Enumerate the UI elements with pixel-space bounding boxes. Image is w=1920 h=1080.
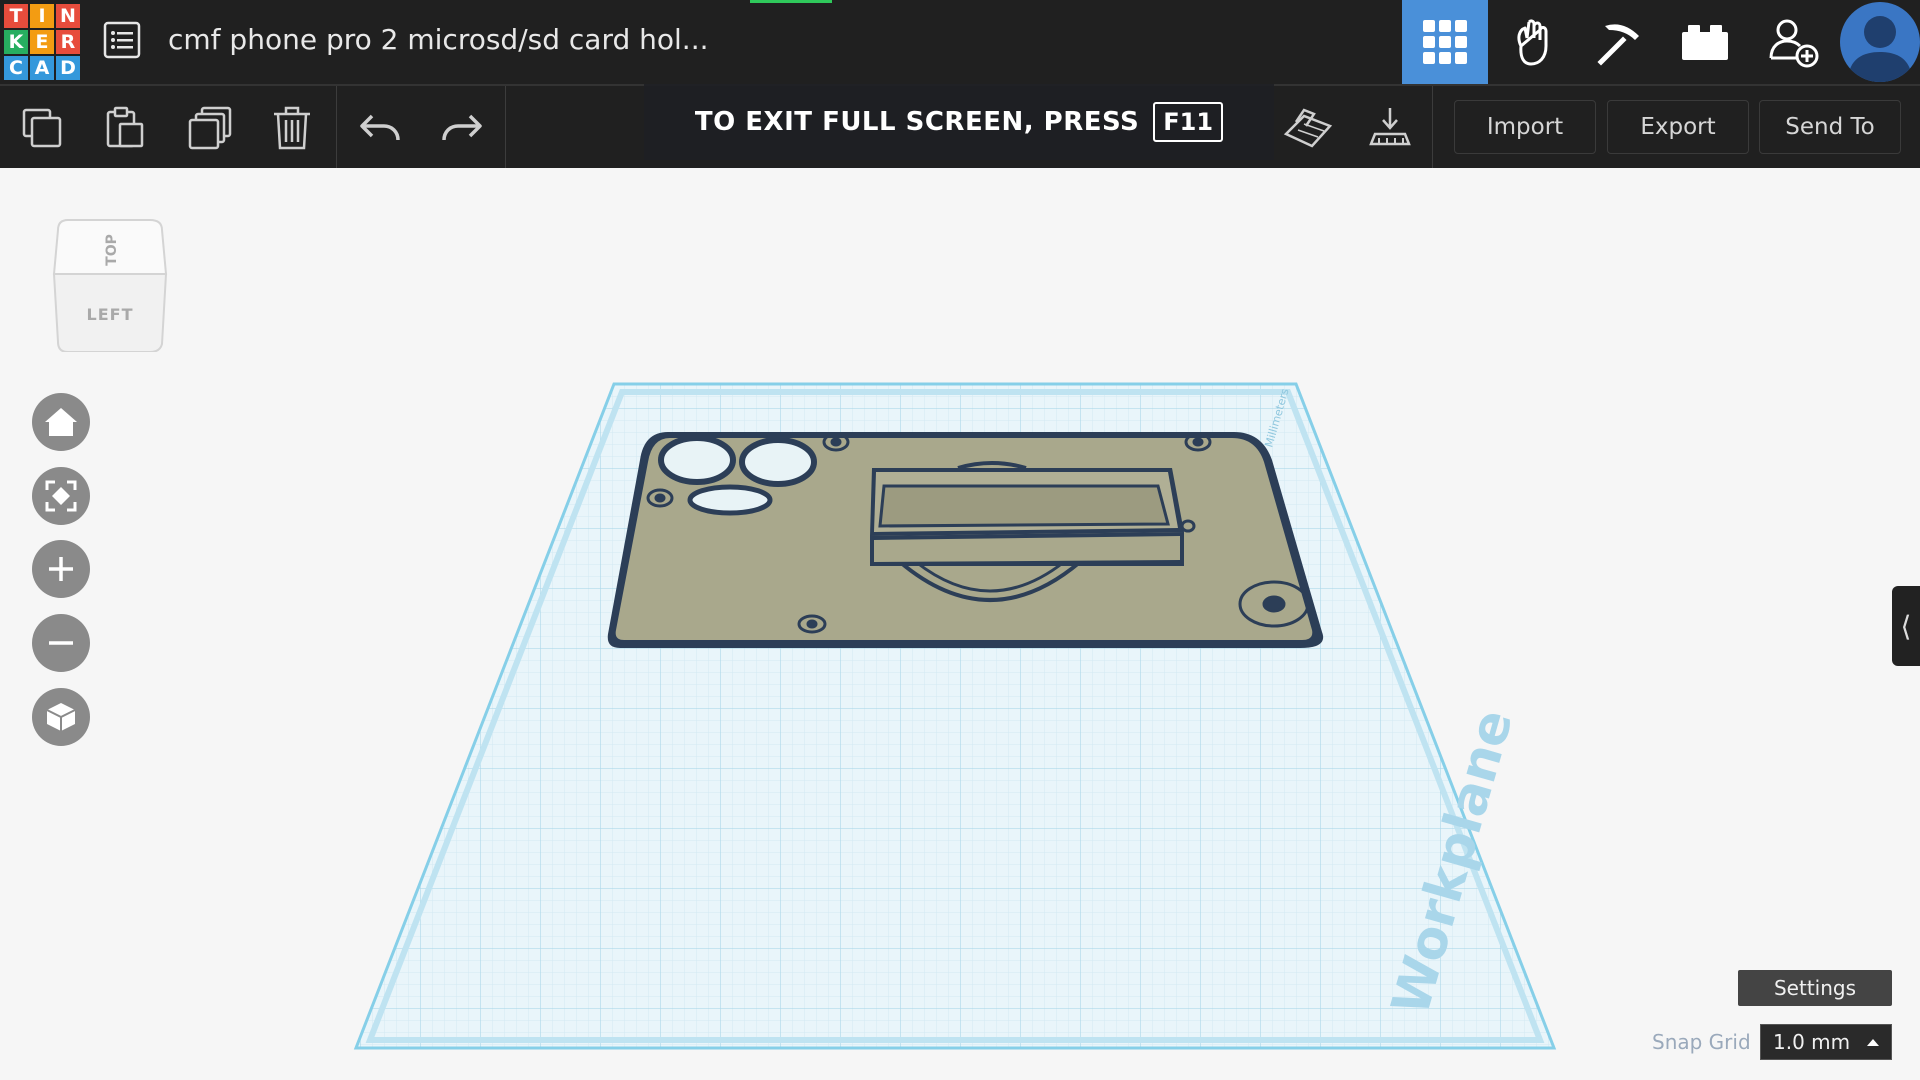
nav-minecraft[interactable] — [1576, 0, 1662, 84]
workplane-icon — [1283, 108, 1333, 148]
add-user-icon — [1769, 19, 1819, 68]
ortho-icon — [46, 703, 76, 731]
tinkercad-logo[interactable]: T I N K E R C A D — [4, 4, 80, 80]
design-title[interactable]: cmf phone pro 2 microsd/sd card hol... — [168, 20, 709, 60]
home-view-button[interactable] — [32, 393, 90, 451]
view-cube-graphic: TOP LEFT — [52, 219, 168, 353]
fullscreen-notice: TO EXIT FULL SCREEN, PRESS F11 — [644, 84, 1274, 160]
scene-canvas[interactable]: Workplane Millimeters — [0, 168, 1920, 1080]
avatar-icon — [1848, 16, 1912, 82]
logo-letter: R — [56, 30, 80, 54]
nav-add-user[interactable] — [1750, 0, 1836, 84]
logo-letter: D — [56, 56, 80, 80]
copy-button[interactable] — [12, 98, 72, 158]
send-to-button[interactable]: Send To — [1759, 100, 1901, 154]
redo-button[interactable] — [432, 98, 492, 158]
workplane-button[interactable] — [1278, 98, 1338, 158]
logo-letter: K — [4, 30, 28, 54]
fit-icon — [45, 480, 77, 512]
snap-grid-select[interactable]: 1.0 mm — [1760, 1024, 1892, 1060]
import-button[interactable]: Import — [1454, 100, 1596, 154]
toolbar-divider — [336, 86, 337, 170]
undo-icon — [360, 114, 400, 141]
user-avatar[interactable] — [1840, 2, 1920, 82]
trash-icon — [274, 106, 310, 150]
3d-viewport[interactable]: Workplane Millimeters TOP LEFT ⟨ Setting… — [0, 168, 1920, 1080]
nav-lego[interactable] — [1662, 0, 1748, 84]
fullscreen-key-badge: F11 — [1153, 102, 1224, 142]
logo-letter: I — [30, 4, 54, 28]
chevron-left-icon: ⟨ — [1900, 609, 1912, 643]
duplicate-icon — [188, 106, 232, 150]
brick-icon — [1682, 25, 1728, 60]
grid-icon — [1423, 20, 1467, 64]
toolbar-divider — [1432, 86, 1433, 170]
logo-letter: E — [30, 30, 54, 54]
pickaxe-icon — [1597, 24, 1639, 66]
home-icon — [45, 408, 77, 436]
logo-letter: A — [30, 56, 54, 80]
logo-letter: T — [4, 4, 28, 28]
settings-button[interactable]: Settings — [1738, 970, 1892, 1006]
paste-icon — [106, 106, 144, 148]
loading-indicator — [750, 0, 832, 3]
snap-grid-value: 1.0 mm — [1773, 1030, 1851, 1054]
nav-3d-design[interactable] — [1402, 0, 1488, 84]
list-icon — [103, 21, 141, 59]
top-bar: T I N K E R C A D cmf phone pro 2 micros… — [0, 0, 1920, 84]
fullscreen-notice-text: TO EXIT FULL SCREEN, PRESS — [694, 107, 1140, 137]
ruler-button[interactable] — [1360, 98, 1420, 158]
nav-circuits[interactable] — [1490, 0, 1576, 84]
zoom-out-icon — [49, 641, 73, 645]
ruler-icon — [1369, 108, 1411, 146]
design-menu-button[interactable] — [102, 20, 142, 60]
logo-letter: C — [4, 56, 28, 80]
zoom-in-button[interactable] — [32, 540, 90, 598]
phone-card-holder-model[interactable] — [607, 432, 1324, 648]
collapse-panel-tab[interactable]: ⟨ — [1892, 586, 1920, 666]
snap-grid-label: Snap Grid — [1652, 1030, 1751, 1054]
toolbar-divider — [505, 86, 506, 170]
view-cube-left-label[interactable]: LEFT — [87, 305, 134, 324]
paste-button[interactable] — [94, 98, 154, 158]
zoom-out-button[interactable] — [32, 614, 90, 672]
caret-up-icon — [1867, 1039, 1879, 1046]
redo-icon — [442, 114, 482, 141]
hand-icon — [1517, 19, 1548, 66]
delete-button[interactable] — [262, 98, 322, 158]
fit-view-button[interactable] — [32, 467, 90, 525]
logo-letter: N — [56, 4, 80, 28]
undo-button[interactable] — [350, 98, 410, 158]
ortho-view-button[interactable] — [32, 688, 90, 746]
copy-icon — [22, 108, 62, 148]
zoom-in-icon — [49, 557, 73, 581]
duplicate-button[interactable] — [180, 98, 240, 158]
export-button[interactable]: Export — [1607, 100, 1749, 154]
view-cube[interactable]: TOP LEFT — [50, 212, 170, 353]
view-cube-top-label[interactable]: TOP — [104, 234, 120, 266]
